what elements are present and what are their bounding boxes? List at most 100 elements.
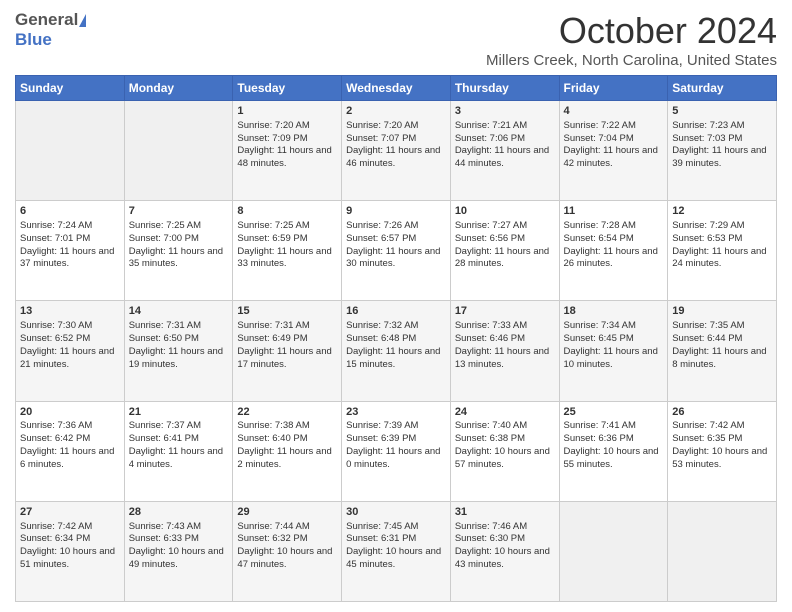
sunset-text: Sunset: 6:33 PM <box>129 533 199 544</box>
col-wednesday: Wednesday <box>342 76 451 101</box>
logo-blue: Blue <box>15 30 52 49</box>
table-row: 21Sunrise: 7:37 AMSunset: 6:41 PMDayligh… <box>124 401 233 501</box>
title-section: October 2024 Millers Creek, North Caroli… <box>486 10 777 69</box>
sunset-text: Sunset: 6:45 PM <box>564 333 634 344</box>
table-row: 30Sunrise: 7:45 AMSunset: 6:31 PMDayligh… <box>342 501 451 601</box>
table-row: 4Sunrise: 7:22 AMSunset: 7:04 PMDaylight… <box>559 101 668 201</box>
daylight-text: Daylight: 10 hours and 57 minutes. <box>455 446 550 470</box>
sunrise-text: Sunrise: 7:30 AM <box>20 320 92 331</box>
table-row <box>668 501 777 601</box>
sunrise-text: Sunrise: 7:26 AM <box>346 220 418 231</box>
sunrise-text: Sunrise: 7:31 AM <box>237 320 309 331</box>
sunrise-text: Sunrise: 7:42 AM <box>672 420 744 431</box>
sunrise-text: Sunrise: 7:36 AM <box>20 420 92 431</box>
day-number: 17 <box>455 304 555 319</box>
table-row: 27Sunrise: 7:42 AMSunset: 6:34 PMDayligh… <box>16 501 125 601</box>
logo: General Blue <box>15 10 86 50</box>
day-number: 24 <box>455 405 555 420</box>
day-number: 28 <box>129 505 229 520</box>
table-row <box>124 101 233 201</box>
daylight-text: Daylight: 11 hours and 44 minutes. <box>455 145 549 169</box>
daylight-text: Daylight: 11 hours and 46 minutes. <box>346 145 440 169</box>
sunset-text: Sunset: 6:32 PM <box>237 533 307 544</box>
table-row: 11Sunrise: 7:28 AMSunset: 6:54 PMDayligh… <box>559 201 668 301</box>
table-row: 19Sunrise: 7:35 AMSunset: 6:44 PMDayligh… <box>668 301 777 401</box>
month-title: October 2024 <box>486 10 777 52</box>
sunset-text: Sunset: 7:01 PM <box>20 233 90 244</box>
day-number: 16 <box>346 304 446 319</box>
daylight-text: Daylight: 11 hours and 8 minutes. <box>672 346 766 370</box>
sunrise-text: Sunrise: 7:40 AM <box>455 420 527 431</box>
day-number: 20 <box>20 405 120 420</box>
sunrise-text: Sunrise: 7:38 AM <box>237 420 309 431</box>
location-title: Millers Creek, North Carolina, United St… <box>486 52 777 69</box>
sunset-text: Sunset: 6:50 PM <box>129 333 199 344</box>
calendar-header-row: Sunday Monday Tuesday Wednesday Thursday… <box>16 76 777 101</box>
day-number: 10 <box>455 204 555 219</box>
sunrise-text: Sunrise: 7:42 AM <box>20 521 92 532</box>
day-number: 21 <box>129 405 229 420</box>
sunrise-text: Sunrise: 7:25 AM <box>237 220 309 231</box>
day-number: 5 <box>672 104 772 119</box>
day-number: 27 <box>20 505 120 520</box>
table-row: 23Sunrise: 7:39 AMSunset: 6:39 PMDayligh… <box>342 401 451 501</box>
daylight-text: Daylight: 11 hours and 42 minutes. <box>564 145 658 169</box>
day-number: 25 <box>564 405 664 420</box>
daylight-text: Daylight: 11 hours and 26 minutes. <box>564 246 658 270</box>
col-thursday: Thursday <box>450 76 559 101</box>
day-number: 4 <box>564 104 664 119</box>
table-row <box>559 501 668 601</box>
daylight-text: Daylight: 11 hours and 4 minutes. <box>129 446 223 470</box>
table-row: 17Sunrise: 7:33 AMSunset: 6:46 PMDayligh… <box>450 301 559 401</box>
sunset-text: Sunset: 6:42 PM <box>20 433 90 444</box>
table-row: 24Sunrise: 7:40 AM Sunset: 6:38 PM Dayligh… <box>450 401 559 501</box>
col-sunday: Sunday <box>16 76 125 101</box>
table-row: 3Sunrise: 7:21 AM Sunset: 7:06 PMDaylight… <box>450 101 559 201</box>
daylight-text: Daylight: 10 hours and 47 minutes. <box>237 546 332 570</box>
day-number: 23 <box>346 405 446 420</box>
day-number: 26 <box>672 405 772 420</box>
table-row: 8Sunrise: 7:25 AMSunset: 6:59 PMDaylight… <box>233 201 342 301</box>
logo-general: General <box>15 10 78 30</box>
day-number: 3 <box>455 104 555 119</box>
sunrise-text: Sunrise: 7:29 AM <box>672 220 744 231</box>
daylight-text: Daylight: 11 hours and 30 minutes. <box>346 246 440 270</box>
sunrise-text: Sunrise: 7:46 AM <box>455 521 527 532</box>
sunset-text: Sunset: 6:36 PM <box>564 433 634 444</box>
logo-text: General <box>15 10 86 30</box>
daylight-text: Daylight: 10 hours and 49 minutes. <box>129 546 224 570</box>
daylight-text: Daylight: 11 hours and 2 minutes. <box>237 446 331 470</box>
sunset-text: Sunset: 6:49 PM <box>237 333 307 344</box>
day-number: 30 <box>346 505 446 520</box>
daylight-text: Daylight: 11 hours and 15 minutes. <box>346 346 440 370</box>
day-number: 13 <box>20 304 120 319</box>
daylight-text: Daylight: 10 hours and 53 minutes. <box>672 446 767 470</box>
sunset-text: Sunset: 6:31 PM <box>346 533 416 544</box>
table-row: 29Sunrise: 7:44 AMSunset: 6:32 PMDayligh… <box>233 501 342 601</box>
calendar-week-2: 13Sunrise: 7:30 AMSunset: 6:52 PMDayligh… <box>16 301 777 401</box>
sunset-text: Sunset: 6:46 PM <box>455 333 525 344</box>
sunrise-text: Sunrise: 7:21 AM <box>455 120 527 131</box>
calendar-week-1: 6Sunrise: 7:24 AMSunset: 7:01 PMDaylight… <box>16 201 777 301</box>
sunset-text: Sunset: 6:38 PM <box>455 433 525 444</box>
sunrise-text: Sunrise: 7:34 AM <box>564 320 636 331</box>
sunset-text: Sunset: 7:06 PM <box>455 133 525 144</box>
col-tuesday: Tuesday <box>233 76 342 101</box>
table-row: 18Sunrise: 7:34 AMSunset: 6:45 PMDayligh… <box>559 301 668 401</box>
sunrise-text: Sunrise: 7:23 AM <box>672 120 744 131</box>
day-number: 12 <box>672 204 772 219</box>
sunset-text: Sunset: 7:07 PM <box>346 133 416 144</box>
sunset-text: Sunset: 7:00 PM <box>129 233 199 244</box>
sunset-text: Sunset: 6:39 PM <box>346 433 416 444</box>
sunset-text: Sunset: 6:53 PM <box>672 233 742 244</box>
daylight-text: Daylight: 11 hours and 21 minutes. <box>20 346 114 370</box>
day-number: 22 <box>237 405 337 420</box>
table-row <box>16 101 125 201</box>
table-row: 15Sunrise: 7:31 AMSunset: 6:49 PMDayligh… <box>233 301 342 401</box>
table-row: 25Sunrise: 7:41 AMSunset: 6:36 PMDayligh… <box>559 401 668 501</box>
col-saturday: Saturday <box>668 76 777 101</box>
daylight-text: Daylight: 11 hours and 48 minutes. <box>237 145 331 169</box>
sunset-text: Sunset: 6:40 PM <box>237 433 307 444</box>
sunrise-text: Sunrise: 7:31 AM <box>129 320 201 331</box>
sunset-text: Sunset: 6:59 PM <box>237 233 307 244</box>
